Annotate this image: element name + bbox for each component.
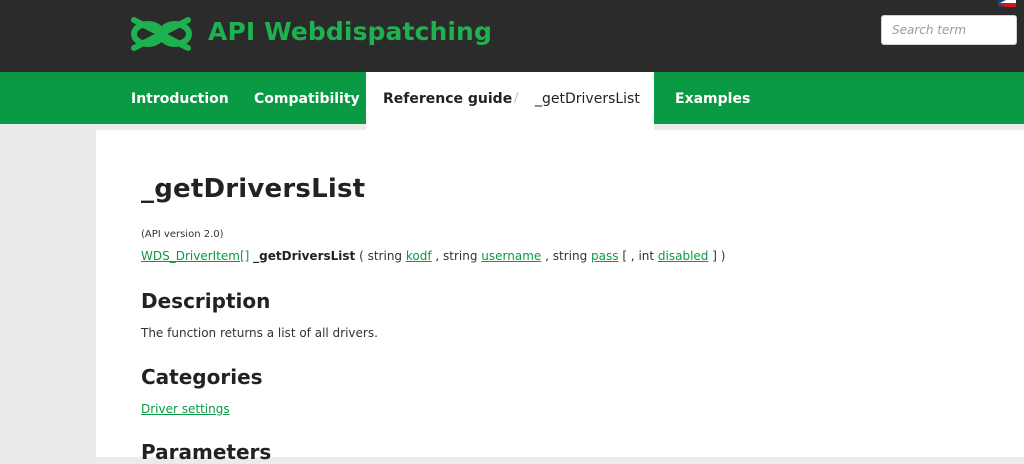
- header-bar: API Webdispatching: [0, 0, 1024, 72]
- param-disabled-link[interactable]: disabled: [658, 249, 709, 263]
- breadcrumb-current-page: _getDriversList: [535, 91, 640, 107]
- param-pass-link[interactable]: pass: [591, 249, 618, 263]
- parameters-heading: Parameters: [141, 440, 272, 464]
- content-panel: _getDriversList (API version 2.0) WDS_Dr…: [96, 130, 1024, 464]
- function-signature: WDS_DriverItem[] _getDriversList ( strin…: [141, 249, 725, 263]
- signature-text: ] ): [708, 249, 726, 263]
- signature-text: [ , int: [618, 249, 658, 263]
- nav-item-introduction[interactable]: Introduction: [131, 72, 229, 124]
- search-input[interactable]: [881, 15, 1017, 45]
- categories-heading: Categories: [141, 365, 263, 389]
- param-username-link[interactable]: username: [481, 249, 541, 263]
- page-title: _getDriversList: [141, 174, 366, 204]
- czech-flag-icon[interactable]: [998, 0, 1016, 7]
- brand-title[interactable]: API Webdispatching: [208, 17, 492, 46]
- nav-item-reference-guide[interactable]: Reference guide: [383, 72, 512, 126]
- function-name: _getDriversList: [253, 249, 356, 263]
- breadcrumb-separator: /: [514, 91, 519, 106]
- param-kodf-link[interactable]: kodf: [406, 249, 432, 263]
- link-logo-icon[interactable]: [128, 10, 196, 54]
- nav-item-reference-guide-active: Reference guide / _getDriversList: [366, 72, 654, 130]
- api-version: (API version 2.0): [141, 229, 224, 240]
- description-text: The function returns a list of all drive…: [141, 326, 378, 340]
- description-heading: Description: [141, 289, 271, 313]
- signature-text: , string: [541, 249, 592, 263]
- nav-item-examples[interactable]: Examples: [675, 72, 750, 124]
- signature-text: , string: [431, 249, 482, 263]
- nav-item-compatibility[interactable]: Compatibility: [254, 72, 360, 124]
- category-link-driver-settings[interactable]: Driver settings: [141, 402, 230, 416]
- return-type-link[interactable]: WDS_DriverItem[]: [141, 249, 249, 263]
- signature-text: ( string: [355, 249, 406, 263]
